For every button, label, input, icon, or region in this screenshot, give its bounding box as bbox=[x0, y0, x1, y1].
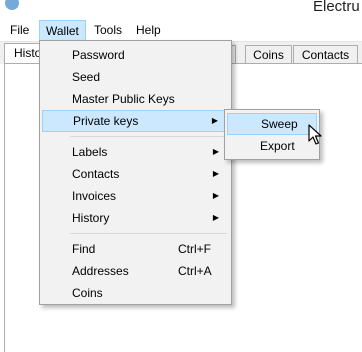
mouse-pointer-icon bbox=[308, 124, 322, 145]
menu-tools[interactable]: Tools bbox=[88, 20, 128, 41]
menu-bar: File Wallet Tools Help bbox=[0, 20, 362, 42]
tab-contacts[interactable]: Contacts bbox=[293, 45, 358, 64]
submenu-arrow-icon: ▶ bbox=[211, 116, 218, 125]
menu-item-invoices-label: Invoices bbox=[72, 189, 117, 203]
menu-item-contacts[interactable]: Contacts ▶ bbox=[42, 163, 229, 185]
menu-item-password[interactable]: Password bbox=[42, 44, 229, 66]
menu-item-labels[interactable]: Labels ▶ bbox=[42, 141, 229, 163]
menu-item-invoices[interactable]: Invoices ▶ bbox=[42, 185, 229, 207]
menu-wallet[interactable]: Wallet bbox=[39, 20, 86, 41]
menu-separator bbox=[70, 136, 227, 137]
menu-item-seed[interactable]: Seed bbox=[42, 66, 229, 88]
tab-history[interactable]: Histo bbox=[4, 43, 41, 64]
submenu-arrow-icon: ▶ bbox=[212, 169, 219, 178]
electrum-logo-icon bbox=[5, 0, 19, 10]
menu-item-coins[interactable]: Coins bbox=[42, 282, 229, 304]
menu-file[interactable]: File bbox=[4, 20, 35, 41]
menu-item-history-label: History bbox=[72, 211, 110, 225]
menu-item-history[interactable]: History ▶ bbox=[42, 207, 229, 229]
menu-item-sweep[interactable]: Sweep bbox=[227, 113, 317, 135]
tab-coins[interactable]: Coins bbox=[245, 45, 292, 64]
menu-item-master-public-keys[interactable]: Master Public Keys bbox=[42, 88, 229, 110]
menu-item-find-label: Find bbox=[72, 242, 96, 256]
menu-item-export[interactable]: Export bbox=[227, 135, 317, 157]
title-bar: Electru bbox=[0, 0, 362, 20]
menu-item-find-shortcut: Ctrl+F bbox=[178, 242, 211, 256]
private-keys-submenu: Sweep Export bbox=[224, 109, 320, 160]
menu-separator bbox=[70, 233, 227, 234]
menu-item-private-keys[interactable]: Private keys ▶ bbox=[42, 110, 229, 132]
menu-item-contacts-label: Contacts bbox=[72, 167, 120, 181]
submenu-arrow-icon: ▶ bbox=[212, 147, 219, 156]
menu-item-addresses-label: Addresses bbox=[72, 264, 129, 278]
wallet-menu: Password Seed Master Public Keys Private… bbox=[39, 40, 232, 305]
menu-item-addresses-shortcut: Ctrl+A bbox=[178, 264, 212, 278]
menu-item-labels-label: Labels bbox=[72, 145, 108, 159]
menu-item-find[interactable]: Find Ctrl+F bbox=[42, 238, 229, 260]
window-title: Electru bbox=[313, 0, 360, 15]
submenu-arrow-icon: ▶ bbox=[212, 191, 219, 200]
menu-item-private-keys-label: Private keys bbox=[73, 114, 139, 128]
submenu-arrow-icon: ▶ bbox=[212, 213, 219, 222]
menu-item-addresses[interactable]: Addresses Ctrl+A bbox=[42, 260, 229, 282]
menu-help[interactable]: Help bbox=[130, 20, 167, 41]
